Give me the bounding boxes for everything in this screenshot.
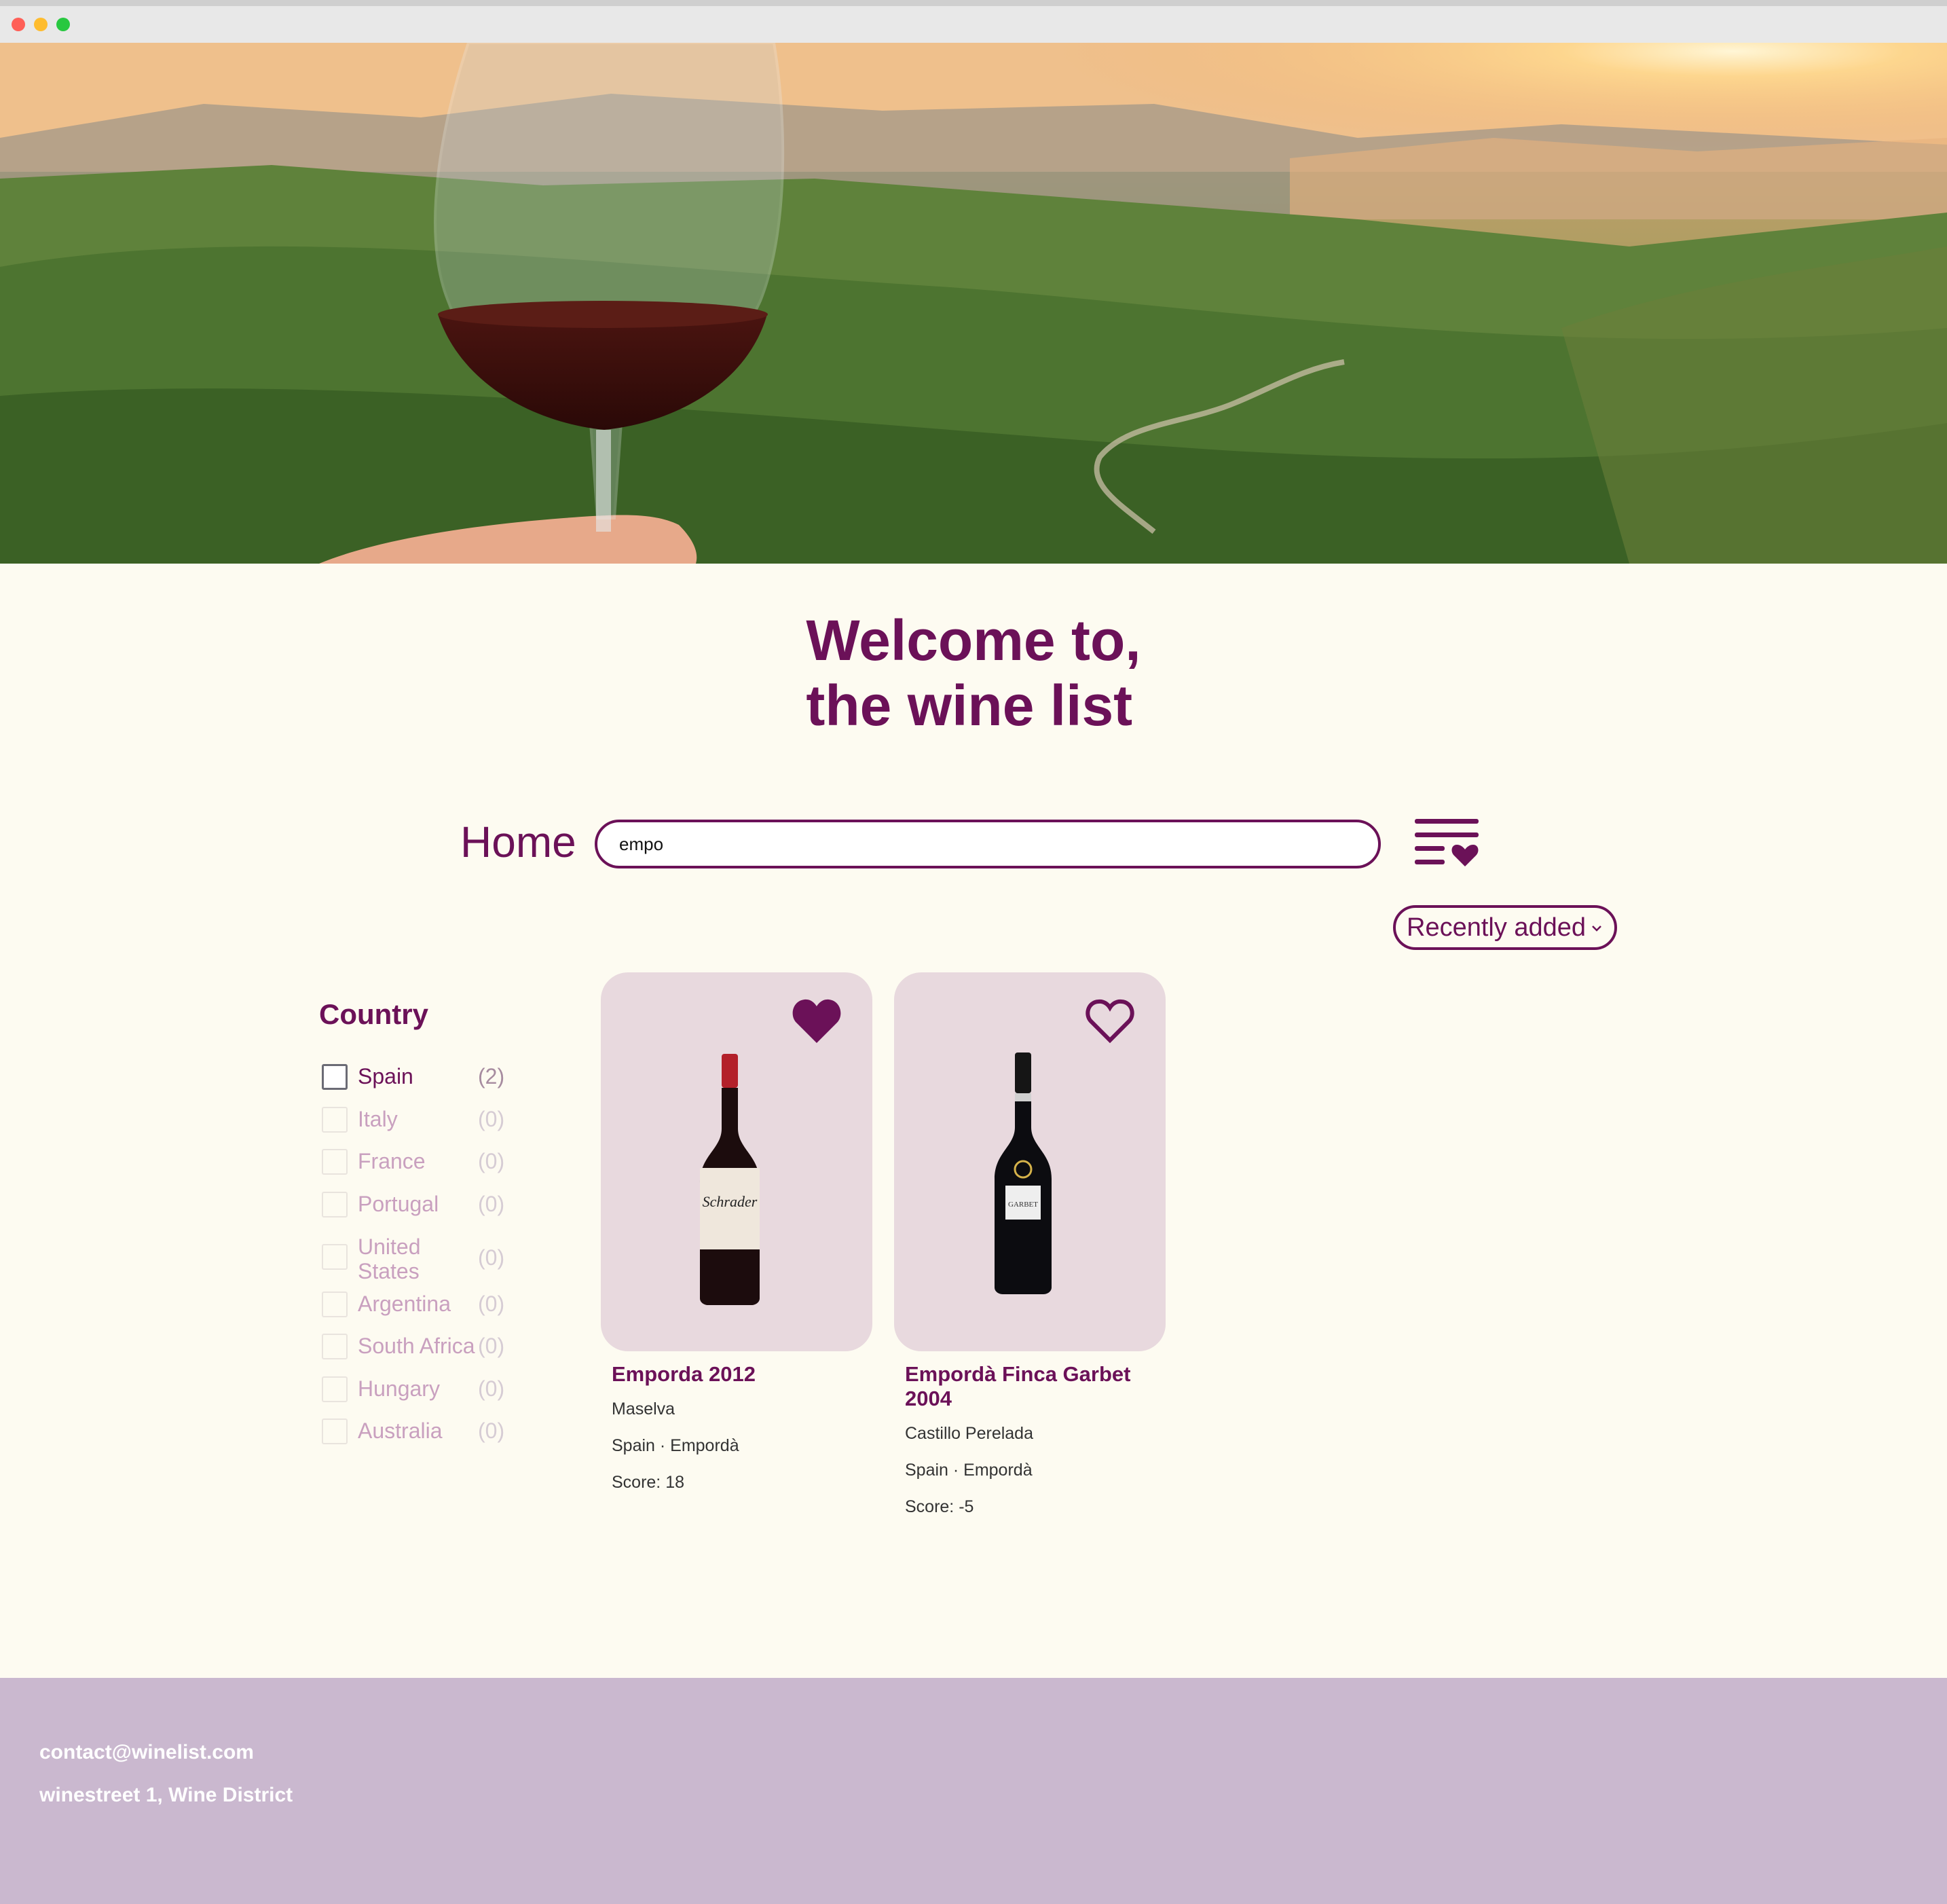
filter-count: (0)	[478, 1418, 505, 1443]
search-input[interactable]: empo	[595, 820, 1381, 868]
sort-selected-label: Recently added	[1407, 913, 1587, 942]
filter-label: Australia	[358, 1418, 443, 1443]
wine-score: Score: -5	[905, 1497, 974, 1516]
wine-producer: Castillo Perelada	[905, 1424, 1033, 1443]
filter-label: United States	[358, 1234, 421, 1283]
filter-label: France	[358, 1149, 426, 1173]
filter-count: (0)	[478, 1107, 505, 1131]
maximize-window-button[interactable]	[56, 18, 70, 31]
checkbox[interactable]	[322, 1064, 348, 1090]
home-link[interactable]: Home	[460, 817, 576, 867]
filter-argentina: Argentina (0)	[322, 1287, 525, 1321]
list-heart-icon[interactable]	[1413, 818, 1481, 866]
wine-image-box[interactable]: GARBET	[894, 972, 1166, 1351]
hero-image	[0, 43, 1947, 564]
filter-label: Argentina	[358, 1292, 451, 1316]
checkbox	[322, 1376, 348, 1402]
title-line-2: the wine list	[806, 674, 1133, 737]
filter-hungary: Hungary (0)	[322, 1372, 525, 1406]
bottle-label-text: Schrader	[703, 1193, 758, 1210]
footer: contact@winelist.com winestreet 1, Wine …	[0, 1678, 1947, 1904]
filter-count: (0)	[478, 1334, 505, 1358]
filter-italy: Italy (0)	[322, 1103, 525, 1137]
filter-portugal: Portugal (0)	[322, 1188, 525, 1222]
checkbox	[322, 1149, 348, 1175]
filter-label: Spain	[358, 1064, 413, 1088]
heart-outline-icon[interactable]	[1084, 997, 1136, 1044]
bottle-label-text: GARBET	[1008, 1201, 1038, 1209]
window-titlebar	[0, 0, 1947, 43]
checkbox	[322, 1292, 348, 1317]
sort-select[interactable]: Recently added	[1393, 905, 1617, 950]
filter-count: (2)	[478, 1064, 505, 1088]
wine-name[interactable]: Empordà Finca Garbet 2004	[905, 1362, 1156, 1411]
checkbox	[322, 1334, 348, 1359]
search-input-value: empo	[619, 833, 664, 854]
wine-bottle-image: GARBET	[995, 1052, 1052, 1294]
footer-address: winestreet 1, Wine District	[39, 1784, 293, 1806]
filter-label: Hungary	[358, 1376, 440, 1401]
filter-australia: Australia (0)	[322, 1414, 525, 1448]
filter-label: Italy	[358, 1107, 398, 1131]
checkbox	[322, 1192, 348, 1218]
wine-bottle-image: Schrader	[700, 1054, 760, 1305]
wine-producer: Maselva	[612, 1399, 675, 1418]
checkbox	[322, 1107, 348, 1133]
filter-count: (0)	[478, 1376, 505, 1401]
title-line-1: Welcome to,	[806, 608, 1141, 672]
filter-count: (0)	[478, 1245, 505, 1270]
close-window-button[interactable]	[12, 18, 25, 31]
wine-score: Score: 18	[612, 1473, 685, 1492]
chevron-down-icon	[1592, 926, 1601, 932]
filter-spain[interactable]: Spain (2)	[322, 1060, 525, 1094]
heart-filled-icon[interactable]	[791, 997, 842, 1044]
page-title: Welcome to, the wine list	[0, 608, 1947, 738]
filter-south-africa: South Africa (0)	[322, 1330, 525, 1363]
wine-image-box[interactable]: Schrader	[601, 972, 872, 1351]
filter-label: Portugal	[358, 1192, 439, 1216]
wine-name[interactable]: Emporda 2012	[612, 1362, 863, 1387]
checkbox	[322, 1418, 348, 1444]
filter-count: (0)	[478, 1292, 505, 1316]
filter-count: (0)	[478, 1192, 505, 1216]
filter-france: France (0)	[322, 1145, 525, 1179]
footer-email[interactable]: contact@winelist.com	[39, 1741, 254, 1764]
checkbox	[322, 1244, 348, 1270]
wine-card[interactable]: Schrader Emporda 2012 Maselva Spain · Em…	[601, 972, 872, 1493]
minimize-window-button[interactable]	[34, 18, 48, 31]
filter-united-states: United States (0)	[322, 1230, 525, 1285]
wine-origin: Spain · Empordà	[612, 1436, 739, 1455]
wine-card[interactable]: GARBET Empordà Finca Garbet 2004 Castill…	[894, 972, 1166, 1517]
country-filter-title: Country	[319, 998, 428, 1030]
filter-count: (0)	[478, 1149, 505, 1173]
wine-origin: Spain · Empordà	[905, 1461, 1033, 1480]
filter-label: South Africa	[358, 1334, 475, 1358]
